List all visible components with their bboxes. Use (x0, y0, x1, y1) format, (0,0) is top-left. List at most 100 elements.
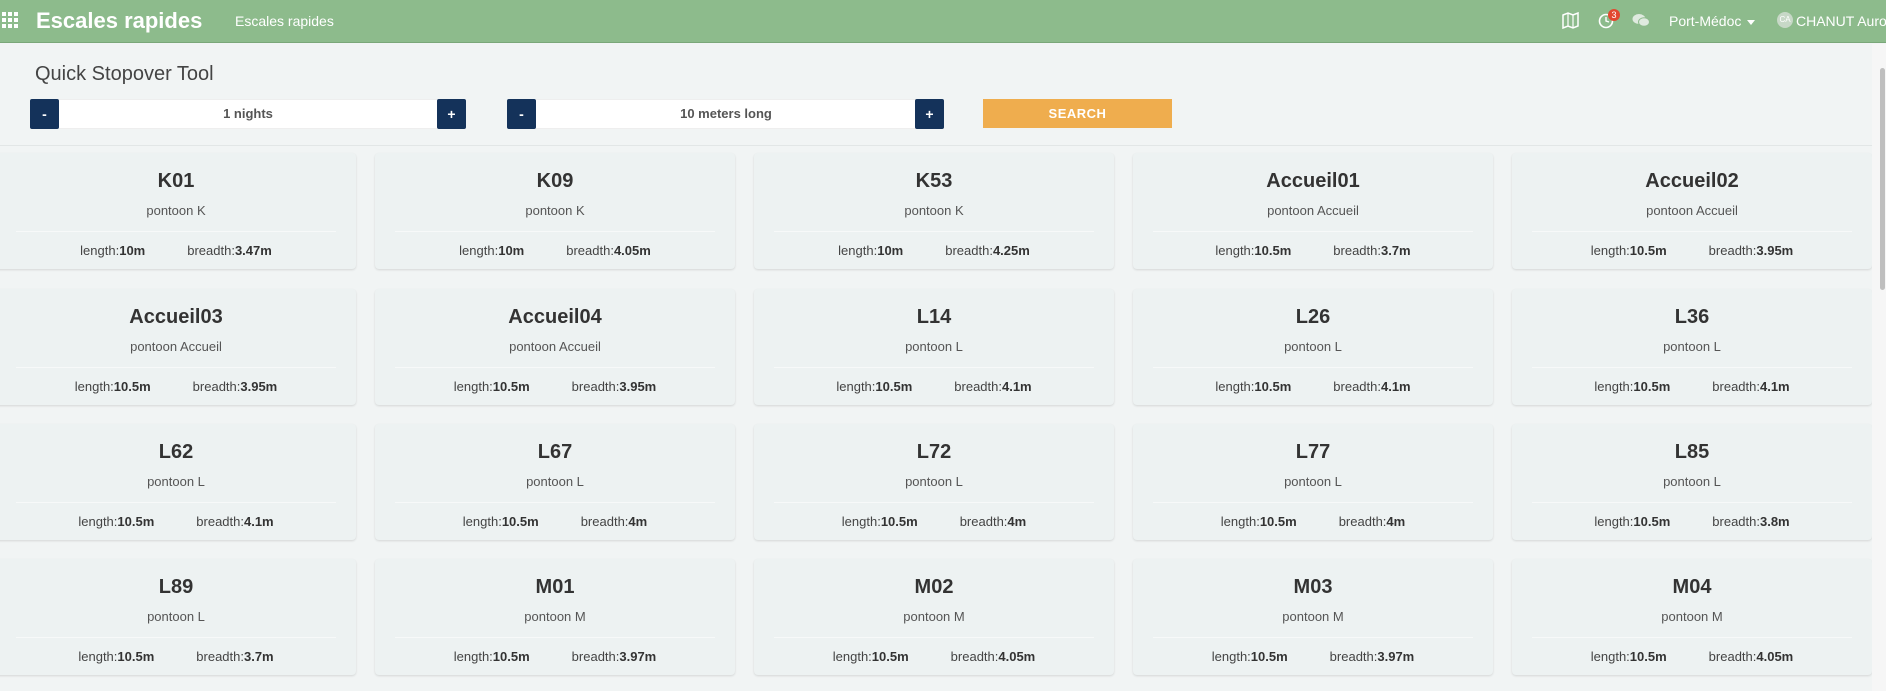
breadth-value: 4.05m (998, 649, 1036, 664)
nights-stepper: - 1 nights + (30, 99, 467, 129)
berth-pontoon: pontoon Accueil (509, 339, 601, 354)
berth-pontoon: pontoon L (147, 474, 205, 489)
length-value: 10.5m (1633, 379, 1671, 394)
berth-dimensions: length:10.5m breadth:3.95m (0, 379, 356, 394)
divider (395, 367, 715, 368)
berth-card[interactable]: L67 pontoon L length:10.5m breadth:4m (375, 424, 735, 540)
chevron-down-icon (1747, 19, 1756, 25)
nights-increment-button[interactable]: + (437, 99, 466, 129)
berth-card[interactable]: M02 pontoon M length:10.5m breadth:4.05m (754, 559, 1114, 675)
berth-card[interactable]: M04 pontoon M length:10.5m breadth:4.05m (1512, 559, 1872, 675)
length-value: 10.5m (1254, 243, 1292, 258)
divider (774, 637, 1094, 638)
berth-dimensions: length:10.5m breadth:3.97m (1133, 649, 1493, 664)
berth-card[interactable]: L89 pontoon L length:10.5m breadth:3.7m (0, 559, 356, 675)
berth-pontoon: pontoon L (526, 474, 584, 489)
berth-pontoon: pontoon K (904, 203, 964, 218)
length-value: 10.5m (1629, 243, 1667, 258)
length-value: 10m (498, 243, 525, 258)
berth-name: Accueil03 (129, 306, 223, 328)
berth-pontoon: pontoon K (525, 203, 585, 218)
berth-name: L72 (916, 441, 952, 463)
breadth-label: breadth: (959, 514, 1008, 529)
breadth-value: 4.25m (992, 243, 1030, 258)
length-decrement-button[interactable]: - (507, 99, 536, 129)
berth-card[interactable]: Accueil01 pontoon Accueil length:10.5m brea… (1133, 153, 1493, 269)
length-value: 10.5m (492, 379, 530, 394)
berth-name: L89 (158, 576, 194, 598)
berth-card[interactable]: L85 pontoon L length:10.5m breadth:3.8m (1512, 424, 1872, 540)
port-selector[interactable]: Port-Médoc (1669, 13, 1756, 29)
divider (16, 367, 336, 368)
breadth-label: breadth: (192, 379, 241, 394)
berth-card[interactable]: K09 pontoon K length:10m breadth:4.05m (375, 153, 735, 269)
length-label: length: (1590, 243, 1630, 258)
berth-card[interactable]: L72 pontoon L length:10.5m breadth:4m (754, 424, 1114, 540)
berth-card[interactable]: L14 pontoon L length:10.5m breadth:4.1m (754, 289, 1114, 405)
length-label: length: (1594, 379, 1634, 394)
berth-dimensions: length:10.5m breadth:3.95m (375, 379, 735, 394)
divider (1153, 637, 1473, 638)
length-value: 10.5m (1259, 514, 1297, 529)
berth-card[interactable]: Accueil03 pontoon Accueil length:10.5m brea… (0, 289, 356, 405)
scrollbar-thumb[interactable] (1880, 68, 1885, 290)
breadth-label: breadth: (1329, 649, 1378, 664)
berth-card[interactable]: M01 pontoon M length:10.5m breadth:3.97m (375, 559, 735, 675)
berth-card[interactable]: Accueil02 pontoon Accueil length:10.5m brea… (1512, 153, 1872, 269)
berth-name: M01 (535, 576, 575, 598)
berth-card[interactable]: L77 pontoon L length:10.5m breadth:4m (1133, 424, 1493, 540)
divider (0, 145, 1872, 146)
berth-pontoon: pontoon L (1663, 339, 1721, 354)
berth-dimensions: length:10.5m breadth:4.1m (754, 379, 1114, 394)
chat-icon[interactable] (1632, 12, 1650, 29)
berth-card[interactable]: M03 pontoon M length:10.5m breadth:3.97m (1133, 559, 1493, 675)
length-value: 10.5m (501, 514, 539, 529)
divider (1532, 637, 1852, 638)
length-label: length: (1220, 514, 1260, 529)
breadth-value: 4.1m (1001, 379, 1032, 394)
berth-card[interactable]: L36 pontoon L length:10.5m breadth:4.1m (1512, 289, 1872, 405)
search-button[interactable]: SEARCH (983, 99, 1172, 128)
length-label: length: (1211, 649, 1251, 664)
berth-card[interactable]: Accueil04 pontoon Accueil length:10.5m brea… (375, 289, 735, 405)
berth-pontoon: pontoon M (1661, 609, 1723, 624)
berth-card[interactable]: K01 pontoon K length:10m breadth:3.47m (0, 153, 356, 269)
map-icon[interactable] (1562, 12, 1579, 29)
breadth-label: breadth: (954, 379, 1002, 394)
length-label: length: (462, 514, 502, 529)
berth-card[interactable]: L26 pontoon L length:10.5m breadth:4.1m (1133, 289, 1493, 405)
berth-name: L67 (537, 441, 573, 463)
app-title[interactable]: Escales rapides (36, 8, 202, 34)
breadth-value: 4m (1386, 514, 1406, 529)
length-label: length: (1215, 243, 1255, 258)
breadth-label: breadth: (196, 514, 244, 529)
berth-pontoon: pontoon L (1284, 474, 1342, 489)
nights-field[interactable]: 1 nights (59, 99, 437, 129)
breadth-label: breadth: (196, 649, 244, 664)
nav-link-escales-rapides[interactable]: Escales rapides (235, 13, 334, 29)
nights-decrement-button[interactable]: - (30, 99, 59, 129)
breadth-value: 3.7m (243, 649, 274, 664)
berth-dimensions: length:10.5m breadth:3.97m (375, 649, 735, 664)
berth-dimensions: length:10.5m breadth:3.8m (1512, 514, 1872, 529)
berth-dimensions: length:10.5m breadth:4m (375, 514, 735, 529)
length-label: length: (78, 514, 118, 529)
berth-dimensions: length:10.5m breadth:3.7m (1133, 243, 1493, 258)
berth-name: Accueil01 (1266, 170, 1360, 192)
berth-dimensions: length:10.5m breadth:4.1m (0, 514, 356, 529)
berth-card[interactable]: K53 pontoon K length:10m breadth:4.25m (754, 153, 1114, 269)
berth-pontoon: pontoon L (905, 474, 963, 489)
user-menu[interactable]: CHANUT Aurore (1796, 13, 1886, 29)
apps-grid-icon[interactable] (2, 12, 20, 30)
divider (774, 231, 1094, 232)
length-increment-button[interactable]: + (915, 99, 944, 129)
berth-dimensions: length:10.5m breadth:4m (1133, 514, 1493, 529)
avatar[interactable]: CA (1777, 12, 1793, 28)
length-label: length: (1594, 514, 1634, 529)
length-value: 10.5m (117, 649, 155, 664)
length-field[interactable]: 10 meters long (536, 99, 916, 129)
breadth-value: 3.95m (619, 379, 657, 394)
length-label: length: (838, 243, 878, 258)
breadth-value: 3.7m (1380, 243, 1411, 258)
berth-card[interactable]: L62 pontoon L length:10.5m breadth:4.1m (0, 424, 356, 540)
